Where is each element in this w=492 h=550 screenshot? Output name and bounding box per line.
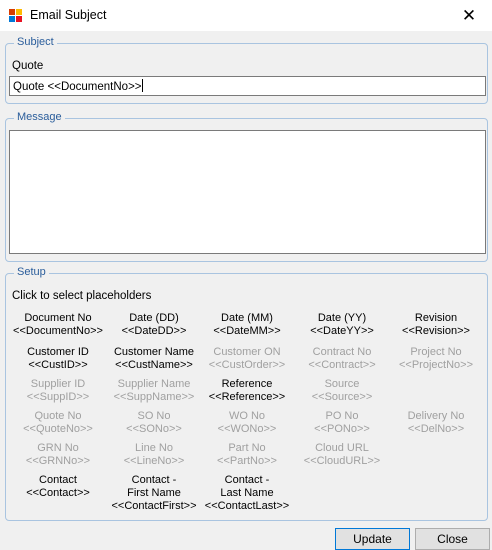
placeholder-source: Source <<Source>> [290,378,394,404]
placeholder-name: Contact - First Name [127,474,181,499]
text-cursor [141,79,143,92]
placeholder-name: Date (MM) [221,312,273,324]
placeholder-documentno[interactable]: Document No <<DocumentNo>> [6,312,110,338]
placeholder-name: Reference [221,378,273,390]
placeholder-token: <<WONo>> [217,423,277,435]
placeholder-suppid: Supplier ID <<SuppID>> [6,378,110,404]
placeholder-token: <<DelNo>> [407,423,465,435]
placeholder-token: <<GRNNo>> [25,455,91,467]
placeholder-reference[interactable]: Reference <<Reference>> [195,378,299,404]
placeholder-name: Supplier ID [30,378,86,390]
placeholder-token: <<CustOrder>> [208,359,286,371]
placeholder-token: <<SuppID>> [26,391,90,403]
placeholder-name: Contract No [312,346,372,358]
placeholder-name: GRN No [37,442,79,454]
placeholder-token: <<DateYY>> [310,325,374,337]
setup-instruction: Click to select placeholders [12,290,152,302]
placeholder-token: <<ContactFirst>> [111,500,197,512]
placeholder-datemm[interactable]: Date (MM) <<DateMM>> [195,312,299,338]
close-icon: ✕ [461,6,477,25]
subject-input-value: Quote <<DocumentNo>> [13,81,142,93]
placeholder-name: Contact - Last Name [220,474,274,499]
placeholder-contract: Contract No <<Contract>> [290,346,394,372]
placeholder-token: <<QuoteNo>> [23,423,93,435]
subject-label: Quote [12,60,44,72]
subject-input[interactable]: Quote <<DocumentNo>> [9,76,486,96]
placeholder-token: <<CustName>> [115,359,193,371]
placeholder-token: <<PartNo>> [217,455,277,467]
placeholder-name: Customer ON [213,346,281,358]
placeholder-name: Line No [135,442,173,454]
placeholder-name: Supplier Name [117,378,191,390]
window-title: Email Subject [30,8,107,22]
placeholder-custname[interactable]: Customer Name <<CustName>> [102,346,206,372]
placeholder-cloudurl: Cloud URL <<CloudURL>> [290,442,394,468]
placeholder-token: <<DocumentNo>> [13,325,103,337]
placeholder-dateyy[interactable]: Date (YY) <<DateYY>> [290,312,394,338]
placeholder-token: <<DateDD>> [121,325,187,337]
placeholder-custid[interactable]: Customer ID <<CustID>> [6,346,110,372]
placeholder-token: <<CustID>> [28,359,88,371]
placeholder-name: Contact [39,474,77,486]
placeholder-quoteno: Quote No <<QuoteNo>> [6,410,110,436]
placeholder-token: <<PONo>> [314,423,370,435]
placeholder-name: Project No [410,346,462,358]
placeholder-name: Delivery No [407,410,465,422]
placeholder-name: Date (DD) [129,312,179,324]
placeholder-name: Quote No [34,410,82,422]
placeholder-sono: SO No <<SONo>> [102,410,206,436]
placeholder-name: Document No [24,312,92,324]
placeholder-contactfirst[interactable]: Contact - First Name <<ContactFirst>> [102,474,206,513]
placeholder-delno: Delivery No <<DelNo>> [384,410,488,436]
placeholder-datedd[interactable]: Date (DD) <<DateDD>> [102,312,206,338]
app-grid-icon [9,9,22,22]
placeholder-name: Customer ID [27,346,89,358]
placeholder-name: Cloud URL [315,442,369,454]
placeholder-name: Source [324,378,360,390]
placeholder-contact[interactable]: Contact <<Contact>> [6,474,110,500]
placeholder-name: Date (YY) [317,312,367,324]
window-close-button[interactable]: ✕ [446,0,492,31]
placeholder-projectno: Project No <<ProjectNo>> [384,346,488,372]
placeholder-name: SO No [137,410,171,422]
setup-legend: Setup [14,266,49,278]
placeholder-token: <<LineNo>> [123,455,185,467]
placeholder-custorder: Customer ON <<CustOrder>> [195,346,299,372]
title-bar: Email Subject ✕ [0,0,492,31]
placeholder-contactlast[interactable]: Contact - Last Name <<ContactLast>> [195,474,299,513]
placeholder-revision[interactable]: Revision <<Revision>> [384,312,488,338]
placeholder-token: <<Source>> [311,391,373,403]
placeholder-name: PO No [325,410,359,422]
placeholder-token: <<DateMM>> [213,325,281,337]
placeholder-token: <<CloudURL>> [303,455,381,467]
placeholder-name: Revision [414,312,458,324]
placeholder-name: Customer Name [113,346,195,358]
placeholder-name: WO No [228,410,266,422]
placeholder-token: <<SuppName>> [113,391,195,403]
placeholder-partno: Part No <<PartNo>> [195,442,299,468]
placeholder-grnno: GRN No <<GRNNo>> [6,442,110,468]
message-textarea[interactable] [9,130,486,254]
close-button[interactable]: Close [415,528,490,550]
placeholder-token: <<Contract>> [308,359,376,371]
placeholder-lineno: Line No <<LineNo>> [102,442,206,468]
placeholder-token: <<Reference>> [208,391,286,403]
update-button[interactable]: Update [335,528,410,550]
subject-legend: Subject [14,36,57,48]
message-legend: Message [14,111,65,123]
placeholder-token: <<Contact>> [26,487,90,499]
placeholder-token: <<ContactLast>> [204,500,290,512]
placeholder-name: Part No [228,442,266,454]
placeholder-suppname: Supplier Name <<SuppName>> [102,378,206,404]
placeholder-wono: WO No <<WONo>> [195,410,299,436]
placeholder-token: <<SONo>> [126,423,182,435]
placeholder-token: <<Revision>> [402,325,470,337]
placeholder-token: <<ProjectNo>> [399,359,473,371]
placeholder-pono: PO No <<PONo>> [290,410,394,436]
